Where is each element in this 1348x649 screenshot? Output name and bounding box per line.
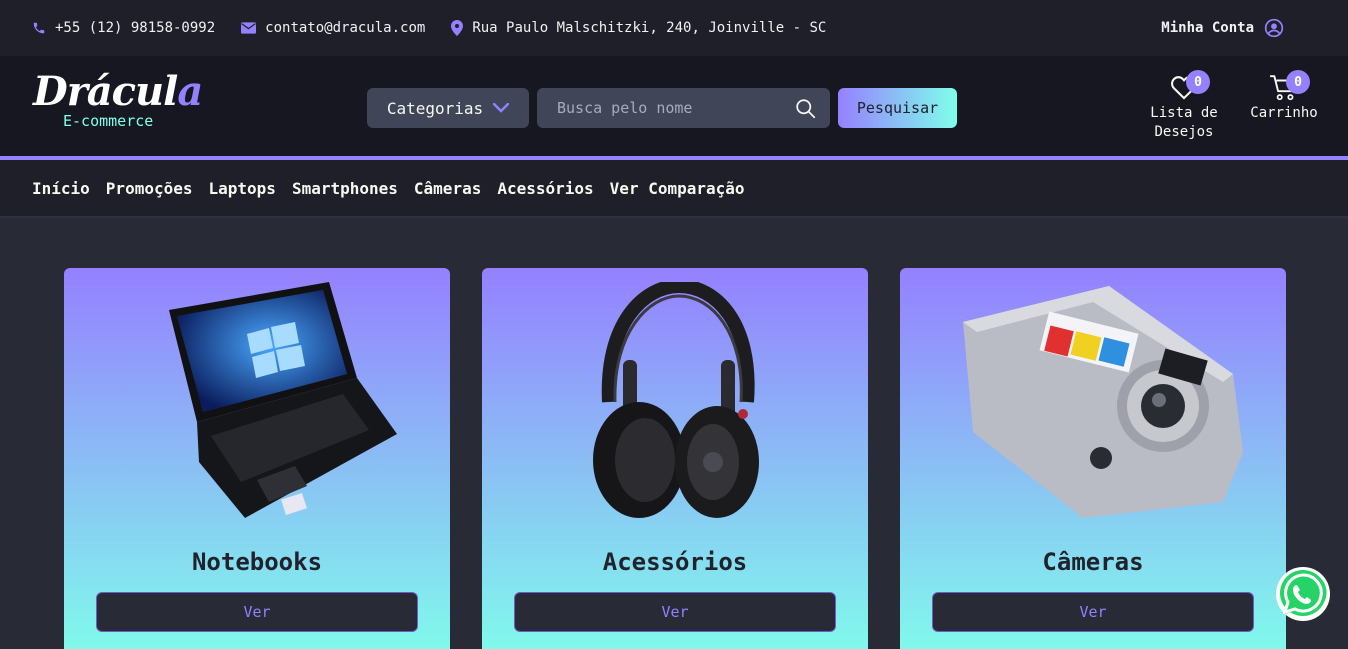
wishlist-label-2: Desejos <box>1154 124 1214 140</box>
wishlist-link[interactable]: 0 Lista de Desejos <box>1146 70 1222 142</box>
envelope-icon <box>241 22 257 34</box>
search-area: Categorias Pesquisar <box>367 88 957 128</box>
nav-item-smartphones[interactable]: Smartphones <box>292 179 398 198</box>
user-circle-icon <box>1264 18 1284 38</box>
phone-number[interactable]: +55 (12) 98158-0992 <box>55 20 215 36</box>
phone-info: +55 (12) 98158-0992 <box>32 20 215 36</box>
whatsapp-button[interactable] <box>1275 566 1331 622</box>
search-icon[interactable] <box>795 98 816 119</box>
view-cameras-button[interactable]: Ver <box>932 592 1254 632</box>
category-card-acessorios: Acessórios Ver <box>482 268 868 649</box>
wishlist-label-1: Lista de <box>1150 105 1218 121</box>
laptop-image <box>64 282 450 522</box>
card-title: Câmeras <box>1042 548 1144 576</box>
nav-item-cameras[interactable]: Câmeras <box>414 179 481 198</box>
email-address[interactable]: contato@dracula.com <box>265 20 425 36</box>
top-info-bar: +55 (12) 98158-0992 contato@dracula.com … <box>0 0 1348 56</box>
cart-label: Carrinho <box>1250 105 1318 121</box>
nav-item-inicio[interactable]: Início <box>32 179 90 198</box>
main-header: Drácula E-commerce Categorias Pesquisar … <box>0 56 1348 160</box>
my-account-link[interactable]: Minha Conta <box>1161 18 1284 38</box>
search-input[interactable] <box>557 99 795 117</box>
nav-item-comparacao[interactable]: Ver Comparação <box>610 179 745 198</box>
main-nav: Início Promoções Laptops Smartphones Câm… <box>0 160 1348 218</box>
nav-item-acessorios[interactable]: Acessórios <box>497 179 593 198</box>
logo-title: Drácula <box>33 68 203 115</box>
headphones-image <box>482 282 868 522</box>
view-notebooks-button[interactable]: Ver <box>96 592 418 632</box>
view-acessorios-button[interactable]: Ver <box>514 592 836 632</box>
card-title: Acessórios <box>602 548 748 576</box>
phone-icon <box>33 22 45 34</box>
whatsapp-icon <box>1276 567 1330 621</box>
email-info: contato@dracula.com <box>241 20 425 36</box>
my-account-label: Minha Conta <box>1161 20 1254 36</box>
categories-dropdown[interactable]: Categorias <box>367 88 529 128</box>
cart-count-badge: 0 <box>1286 70 1310 94</box>
site-logo[interactable]: Drácula E-commerce <box>33 68 203 130</box>
category-card-cameras: Câmeras Ver <box>900 268 1286 649</box>
wishlist-count-badge: 0 <box>1186 70 1210 94</box>
category-cards: Notebooks Ver Acessórios Ver Câmeras Ver <box>64 268 1286 649</box>
nav-item-promocoes[interactable]: Promoções <box>106 179 193 198</box>
search-box <box>537 88 830 128</box>
category-card-notebooks: Notebooks Ver <box>64 268 450 649</box>
camera-image <box>900 282 1286 522</box>
nav-item-laptops[interactable]: Laptops <box>209 179 276 198</box>
chevron-down-icon <box>493 103 510 113</box>
cart-link[interactable]: 0 Carrinho <box>1247 70 1321 123</box>
address-info: Rua Paulo Malschitzki, 240, Joinville - … <box>451 20 826 36</box>
search-button[interactable]: Pesquisar <box>838 88 957 128</box>
categories-label: Categorias <box>386 98 484 118</box>
address-text: Rua Paulo Malschitzki, 240, Joinville - … <box>472 20 827 36</box>
location-pin-icon <box>451 20 464 36</box>
card-title: Notebooks <box>191 548 323 576</box>
